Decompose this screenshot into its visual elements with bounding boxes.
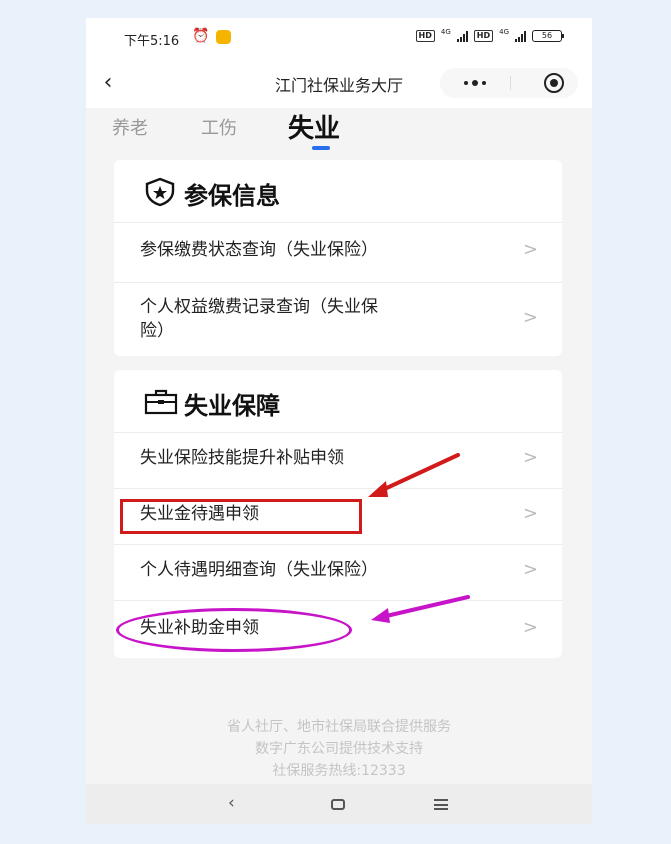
tab-unemployment[interactable]: 失业	[288, 108, 340, 145]
card-header: 失业保障	[114, 370, 562, 432]
footer-provider: 省人社厅、地市社保局联合提供服务	[227, 719, 451, 735]
category-tabs: 养老 工伤 失业	[86, 108, 592, 158]
notification-app-icon	[216, 30, 231, 44]
section-title: 失业保障	[184, 392, 280, 420]
status-indicators: HD 4G HD 4G 56	[415, 28, 564, 42]
chevron-right-icon: >	[522, 307, 538, 328]
list-item-label: 失业保险技能提升补贴申领	[140, 448, 344, 468]
hd-badge: HD	[415, 30, 435, 42]
footer-tech-support: 数字广东公司提供技术支持	[255, 741, 423, 757]
chevron-right-icon: >	[522, 503, 538, 524]
briefcase-icon	[144, 389, 178, 415]
annotation-red-rectangle	[120, 499, 362, 534]
nav-bar: ‹ 江门社保业务大厅	[86, 58, 592, 108]
signal-icon	[456, 30, 468, 42]
list-item-label: 个人权益缴费记录查询（失业保 险）	[140, 295, 378, 343]
chevron-right-icon: >	[522, 559, 538, 580]
label-line: 险）	[140, 321, 174, 341]
alarm-icon: ⏰	[192, 28, 210, 44]
system-home-icon[interactable]	[331, 799, 345, 810]
insurance-info-card: 参保信息 参保缴费状态查询（失业保险） > 个人权益缴费记录查询（失业保 险） …	[114, 160, 562, 356]
chevron-right-icon: >	[522, 617, 538, 638]
system-nav-bar: ‹	[86, 784, 592, 824]
capsule-divider	[510, 76, 511, 90]
network-type: 4G	[499, 28, 509, 36]
chevron-right-icon: >	[522, 447, 538, 468]
miniprogram-capsule	[440, 68, 578, 98]
chevron-right-icon: >	[522, 239, 538, 260]
label-line: 个人权益缴费记录查询（失业保	[140, 297, 378, 317]
close-miniprogram-icon[interactable]	[544, 73, 564, 93]
list-item-label: 参保缴费状态查询（失业保险）	[140, 240, 378, 260]
more-icon[interactable]	[440, 68, 510, 98]
tab-pension[interactable]: 养老	[112, 114, 148, 140]
network-type: 4G	[440, 28, 451, 36]
system-menu-icon[interactable]	[434, 799, 448, 810]
status-bar: 下午5:16 ⏰ HD 4G HD 4G 56	[86, 18, 592, 58]
active-tab-indicator	[312, 146, 330, 150]
phone-screen: 下午5:16 ⏰ HD 4G HD 4G 56 ‹ 江门社保业务大厅 养老 工伤…	[86, 18, 592, 824]
shield-icon	[145, 177, 175, 207]
list-item-label: 个人待遇明细查询（失业保险）	[140, 560, 378, 580]
annotation-magenta-ellipse	[116, 608, 352, 652]
list-item-contribution-records[interactable]: 个人权益缴费记录查询（失业保 险） >	[114, 282, 562, 356]
card-header: 参保信息	[114, 160, 562, 222]
section-title: 参保信息	[184, 182, 280, 210]
list-item-contribution-status[interactable]: 参保缴费状态查询（失业保险） >	[114, 222, 562, 282]
system-back-icon[interactable]: ‹	[228, 793, 235, 813]
tab-work-injury[interactable]: 工伤	[201, 114, 237, 140]
signal-icon	[515, 30, 526, 42]
footer-hotline: 社保服务热线:12333	[272, 763, 406, 779]
status-time: 下午5:16	[124, 34, 180, 49]
list-item-benefit-details[interactable]: 个人待遇明细查询（失业保险） >	[114, 544, 562, 600]
list-item-skill-subsidy[interactable]: 失业保险技能提升补贴申领 >	[114, 432, 562, 488]
hd-badge: HD	[473, 30, 494, 42]
battery-icon: 56	[532, 30, 564, 42]
